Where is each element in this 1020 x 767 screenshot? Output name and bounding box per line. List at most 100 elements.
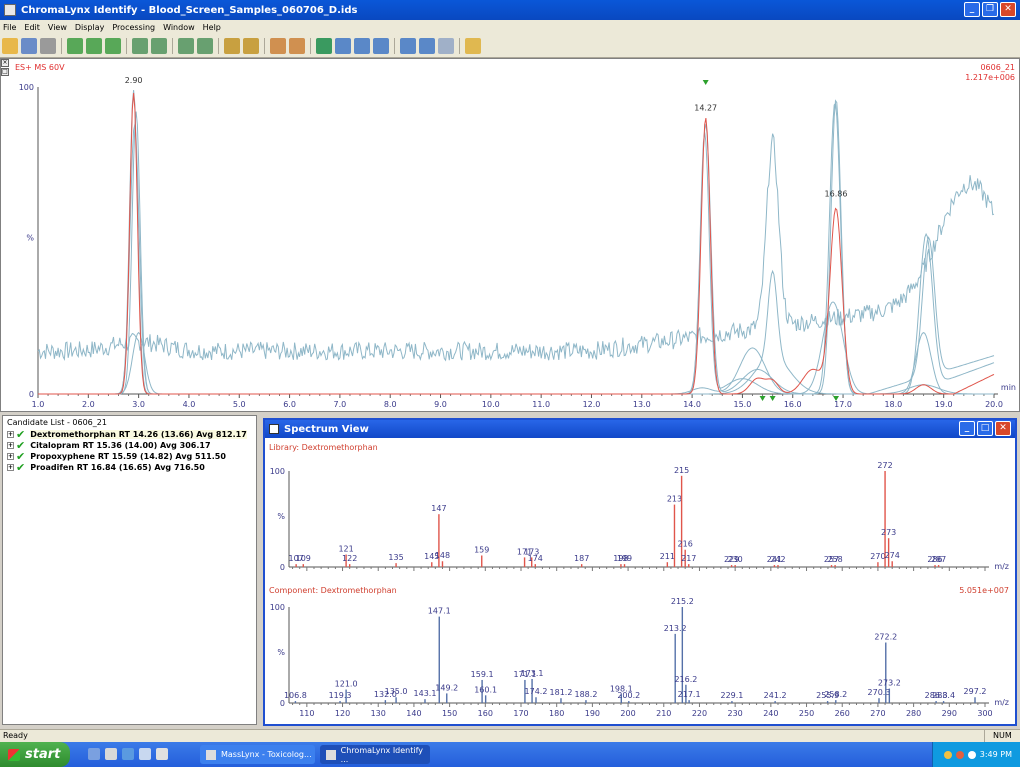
quicklaunch-explorer-icon[interactable]: [105, 748, 117, 760]
candidate-item[interactable]: + ✔ Proadifen RT 16.84 (16.65) Avg 716.5…: [3, 462, 256, 473]
x-tick-label: 180: [549, 709, 564, 718]
y-tick-label: 0: [280, 699, 285, 708]
list-icon[interactable]: [438, 37, 454, 54]
peak-label: 109: [296, 554, 311, 563]
search-icon[interactable]: [243, 37, 259, 54]
peak-label: 213: [667, 495, 682, 504]
chromatogram-plot[interactable]: 100% 0 min 1.0 2.0 3.0 4.0 5.0 6.0 7.0 8.0 9.0 10.0 1…: [1, 59, 1019, 411]
save-icon[interactable]: [21, 37, 37, 54]
menu-processing[interactable]: Processing: [112, 23, 155, 32]
menu-file[interactable]: File: [3, 23, 16, 32]
x-tick-label: 230: [728, 709, 743, 718]
tile-icon[interactable]: [400, 37, 416, 54]
x-tick-label: 220: [692, 709, 707, 718]
quicklaunch-app2-icon[interactable]: [156, 748, 168, 760]
peak-label: 200.2: [617, 691, 640, 700]
spectrum-close-button[interactable]: ✕: [995, 421, 1011, 436]
peak-label: 215: [674, 466, 689, 475]
print-icon[interactable]: [40, 37, 56, 54]
candidate-item[interactable]: + ✔ Propoxyphene RT 15.59 (14.82) Avg 51…: [3, 451, 256, 462]
quicklaunch-app-icon[interactable]: [139, 748, 151, 760]
peak-label: 229.1: [720, 691, 743, 700]
cascade-icon[interactable]: [419, 37, 435, 54]
start-label: start: [25, 747, 61, 762]
menu-help[interactable]: Help: [203, 23, 221, 32]
menu-view[interactable]: View: [48, 23, 67, 32]
quicklaunch-ie-icon[interactable]: [122, 748, 134, 760]
candidate-item[interactable]: + ✔ Dextromethorphan RT 14.26 (13.66) Av…: [3, 429, 256, 440]
tray-icon[interactable]: [955, 750, 964, 759]
minimize-button[interactable]: _: [964, 2, 980, 17]
spectrum-minimize-button[interactable]: _: [959, 421, 975, 436]
menu-bar: File Edit View Display Processing Window…: [0, 20, 1020, 34]
next-icon[interactable]: [105, 37, 121, 54]
trace-series: [38, 102, 995, 395]
peak-marker-icon: [769, 396, 776, 401]
peak-label: 187: [574, 554, 589, 563]
check-icon: ✔: [16, 449, 26, 463]
maximize-button[interactable]: ❐: [982, 2, 998, 17]
component-label: Component: Dextromethorphan: [269, 586, 397, 595]
expand-icon[interactable]: +: [7, 453, 14, 460]
chart-icon[interactable]: [335, 37, 351, 54]
x-tick-label: 14.0: [683, 400, 701, 409]
open-icon[interactable]: [2, 37, 18, 54]
peak-label: 211: [660, 552, 675, 561]
x-tick-label: 2.0: [82, 400, 95, 409]
spectrum-icon[interactable]: [354, 37, 370, 54]
library-icon[interactable]: [224, 37, 240, 54]
peak-label: 217.1: [678, 690, 701, 699]
peak-label: 181.2: [550, 688, 573, 697]
y-tick-label: %: [277, 648, 285, 657]
peak-label: 217: [681, 554, 696, 563]
num-lock-indicator: NUM: [984, 730, 1014, 742]
candidate-list-header: Candidate List - 0606_21: [7, 418, 107, 427]
expand-icon[interactable]: +: [7, 464, 14, 471]
help-icon[interactable]: [465, 37, 481, 54]
spectrum-plot[interactable]: Library: Dextromethorphan Component: Dext…: [265, 438, 1015, 724]
x-tick-label: 12.0: [583, 400, 601, 409]
tray-icon[interactable]: [967, 750, 976, 759]
x-tick-label: 11.0: [532, 400, 550, 409]
peak-label: 199: [617, 554, 632, 563]
spectrum-window-icon: [269, 424, 279, 434]
windows-flag-icon: [8, 748, 20, 761]
process-icon[interactable]: [67, 37, 83, 54]
x-tick-label: 150: [442, 709, 457, 718]
x-tick-label: 290: [942, 709, 957, 718]
peak-label: 119.3: [329, 691, 352, 700]
spectrum-maximize-button[interactable]: □: [977, 421, 993, 436]
y-tick-label: %: [26, 234, 34, 243]
peak-label: 270: [870, 552, 885, 561]
previous-icon[interactable]: [86, 37, 102, 54]
subtract-icon[interactable]: [197, 37, 213, 54]
report-icon[interactable]: [270, 37, 286, 54]
close-button[interactable]: ✕: [1000, 2, 1016, 17]
peak-label: 258: [827, 555, 842, 564]
peak-label: 174: [528, 554, 543, 563]
peak-label: 287: [931, 555, 946, 564]
peak-label: 159.1: [471, 670, 494, 679]
peak-icon[interactable]: [132, 37, 148, 54]
expand-icon[interactable]: +: [7, 442, 14, 449]
menu-edit[interactable]: Edit: [24, 23, 40, 32]
menu-display[interactable]: Display: [75, 23, 105, 32]
x-tick-label: 300: [977, 709, 992, 718]
y-tick-label: 100: [270, 467, 285, 476]
layout-icon[interactable]: [373, 37, 389, 54]
combine-icon[interactable]: [178, 37, 194, 54]
task-masslynx[interactable]: MassLynx - Toxicolog...: [200, 745, 315, 764]
tray-icon[interactable]: [943, 750, 952, 759]
start-button[interactable]: start: [0, 742, 70, 767]
candidate-item[interactable]: + ✔ Citalopram RT 15.36 (14.00) Avg 306.…: [3, 440, 256, 451]
integrate-icon[interactable]: [151, 37, 167, 54]
quicklaunch-desktop-icon[interactable]: [88, 748, 100, 760]
spectrum-title-bar: Spectrum View _ □ ✕: [265, 420, 1015, 438]
export-icon[interactable]: [289, 37, 305, 54]
peak-label: 230: [728, 555, 743, 564]
menu-window[interactable]: Window: [163, 23, 195, 32]
peak-label: 16.86: [825, 190, 848, 199]
task-chromalynx[interactable]: ChromaLynx Identify ...: [320, 745, 430, 764]
zoom-icon[interactable]: [316, 37, 332, 54]
expand-icon[interactable]: +: [7, 431, 14, 438]
